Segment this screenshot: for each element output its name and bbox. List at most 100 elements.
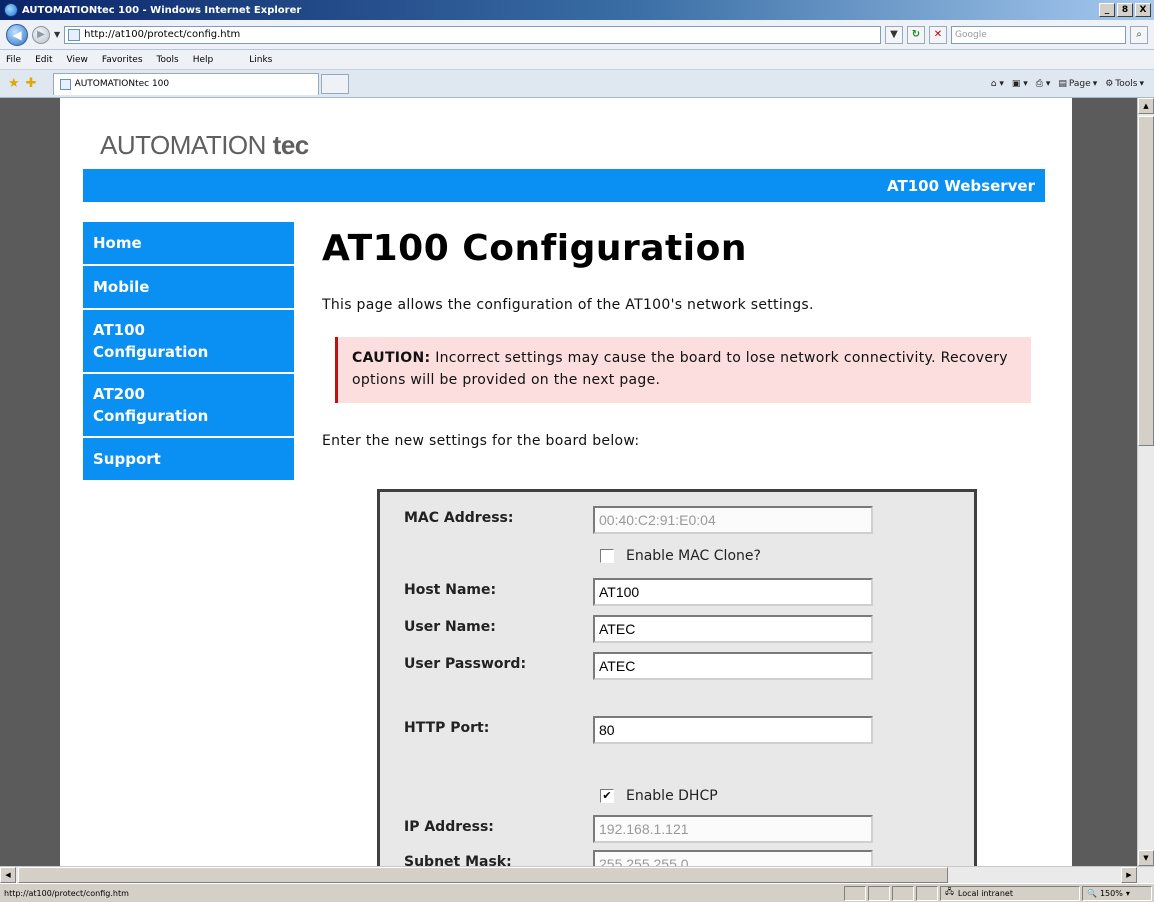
subnet-mask-field: 255.255.255.0 [593,850,873,866]
menu-tools[interactable]: Tools [157,55,179,65]
nav-home[interactable]: Home [83,222,294,266]
dhcp-label: Enable DHCP [626,788,718,804]
zoom-level: 150% [1099,888,1123,898]
restore-button[interactable]: 8 [1117,3,1133,17]
tools-menu-label: Tools [1115,78,1138,89]
window-titlebar: AUTOMATIONtec 100 - Windows Internet Exp… [0,0,1154,20]
host-name-field[interactable]: AT100 [593,578,873,606]
nav-at100-configuration[interactable]: AT100 Configuration [83,310,294,374]
user-name-field[interactable]: ATEC [593,615,873,643]
host-name-label: Host Name: [404,582,497,598]
mac-address-label: MAC Address: [404,510,514,526]
home-icon[interactable]: ⌂ ▾ [991,79,1004,89]
search-input[interactable]: Google [951,25,1126,44]
menu-bar: File Edit View Favorites Tools Help Link… [0,50,1154,70]
subnet-mask-label: Subnet Mask: [404,854,512,866]
ie-logo-icon [4,3,18,17]
page-title: AT100 Configuration [322,228,747,269]
zoom-icon: 🔍 [1087,888,1097,898]
address-text: http://at100/protect/config.htm [84,29,241,40]
settings-form: MAC Address: 00:40:C2:91:E0:04 Enable MA… [377,489,977,866]
refresh-icon[interactable]: ↻ [907,25,925,44]
caution-text: Incorrect settings may cause the board t… [352,350,1008,388]
status-bar: http://at100/protect/config.htm 🖧 Local i… [0,883,1154,902]
mac-clone-checkbox[interactable] [600,549,614,563]
close-button[interactable]: X [1135,3,1151,17]
feeds-icon[interactable]: ▣ ▾ [1012,79,1028,89]
menu-file[interactable]: File [6,55,21,65]
main-content: AT100 Configuration This page allows the… [322,222,1042,449]
vertical-scroll-thumb[interactable] [1138,116,1154,446]
mac-address-field: 00:40:C2:91:E0:04 [593,506,873,534]
intranet-icon: 🖧 [945,887,954,896]
dhcp-checkbox-row[interactable]: ✔ Enable DHCP [600,788,718,804]
zone-label: Local intranet [957,888,1013,898]
logo-main: AUTOMATION [100,130,266,160]
browser-viewport: AUTOMATION tec AT100 Webserver Home Mobi… [0,98,1154,866]
side-navigation: Home Mobile AT100 Configuration AT200 Co… [83,222,294,482]
tab-page-icon [59,78,71,90]
scroll-down-icon[interactable]: ▼ [1138,850,1154,866]
back-button[interactable]: ◀ [6,23,28,46]
logo-tec: tec [272,130,310,160]
enter-settings-text: Enter the new settings for the board bel… [322,433,640,449]
stop-icon[interactable]: ✕ [929,25,947,44]
scroll-up-icon[interactable]: ▲ [1138,98,1154,114]
menu-view[interactable]: View [67,55,88,65]
menu-help[interactable]: Help [193,55,214,65]
minimize-button[interactable]: _ [1099,3,1115,17]
user-name-label: User Name: [404,619,496,635]
horizontal-scroll-thumb[interactable] [18,867,948,883]
user-password-label: User Password: [404,656,527,672]
ip-address-field: 192.168.1.121 [593,815,873,843]
http-port-field[interactable]: 80 [593,716,873,744]
menu-edit[interactable]: Edit [35,55,52,65]
status-panel [916,885,938,901]
banner-title: AT100 Webserver [887,176,1035,195]
vertical-scrollbar[interactable]: ▲ ▼ [1137,98,1154,866]
site-logo: AUTOMATION tec [100,130,309,161]
menu-favorites[interactable]: Favorites [102,55,143,65]
command-bar: ⌂ ▾ ▣ ▾ ⎙ ▾ ▤ Page ▾ ⚙ Tools ▾ [991,79,1144,89]
page-menu[interactable]: ▤ Page ▾ [1058,79,1097,89]
address-toolbar: ◀ ▶ ▼ http://at100/protect/config.htm ▼ … [0,20,1154,50]
links-button[interactable]: Links [249,55,272,65]
mac-clone-checkbox-row[interactable]: Enable MAC Clone? [600,548,761,564]
zoom-control[interactable]: 🔍 150% ▾ [1082,885,1152,901]
new-tab-button[interactable] [320,73,349,94]
security-zone[interactable]: 🖧 Local intranet [940,885,1080,901]
mac-clone-label: Enable MAC Clone? [626,548,761,564]
page-menu-label: Page [1068,78,1091,89]
browser-tab[interactable]: AUTOMATIONtec 100 [52,72,319,95]
nav-at200-configuration[interactable]: AT200 Configuration [83,374,294,438]
caution-box: CAUTION: Incorrect settings may cause th… [335,337,1031,403]
print-icon[interactable]: ⎙ ▾ [1036,79,1051,89]
dhcp-checkbox[interactable]: ✔ [600,789,614,803]
favorites-star-icon[interactable]: ★ [8,76,20,91]
nav-mobile[interactable]: Mobile [83,266,294,310]
horizontal-scrollbar[interactable]: ◀ ▶ [0,866,1154,883]
scroll-left-icon[interactable]: ◀ [0,867,16,883]
tab-row: ★ ✚ AUTOMATIONtec 100 ⌂ ▾ ▣ ▾ ⎙ ▾ ▤ Page… [0,70,1154,98]
status-url: http://at100/protect/config.htm [4,888,129,898]
web-page: AUTOMATION tec AT100 Webserver Home Mobi… [60,98,1072,866]
page-icon [68,28,81,41]
address-bar[interactable]: http://at100/protect/config.htm [64,25,881,44]
scroll-right-icon[interactable]: ▶ [1121,867,1137,883]
nav-support[interactable]: Support [83,438,294,482]
intro-text: This page allows the configuration of th… [322,297,814,313]
window-title: AUTOMATIONtec 100 - Windows Internet Exp… [22,4,302,16]
history-dropdown-icon[interactable]: ▼ [54,30,60,39]
user-password-field[interactable]: ATEC [593,652,873,680]
status-panel [892,885,914,901]
address-dropdown-icon[interactable]: ▼ [885,25,903,44]
forward-button[interactable]: ▶ [32,25,50,44]
site-banner: AT100 Webserver [83,169,1045,202]
add-favorite-icon[interactable]: ✚ [26,76,37,91]
status-panel [868,885,890,901]
tab-title: AUTOMATIONtec 100 [74,79,170,89]
status-panel [844,885,866,901]
tools-menu[interactable]: ⚙ Tools ▾ [1105,79,1144,89]
http-port-label: HTTP Port: [404,720,490,736]
search-icon[interactable]: ⌕ [1130,25,1148,44]
